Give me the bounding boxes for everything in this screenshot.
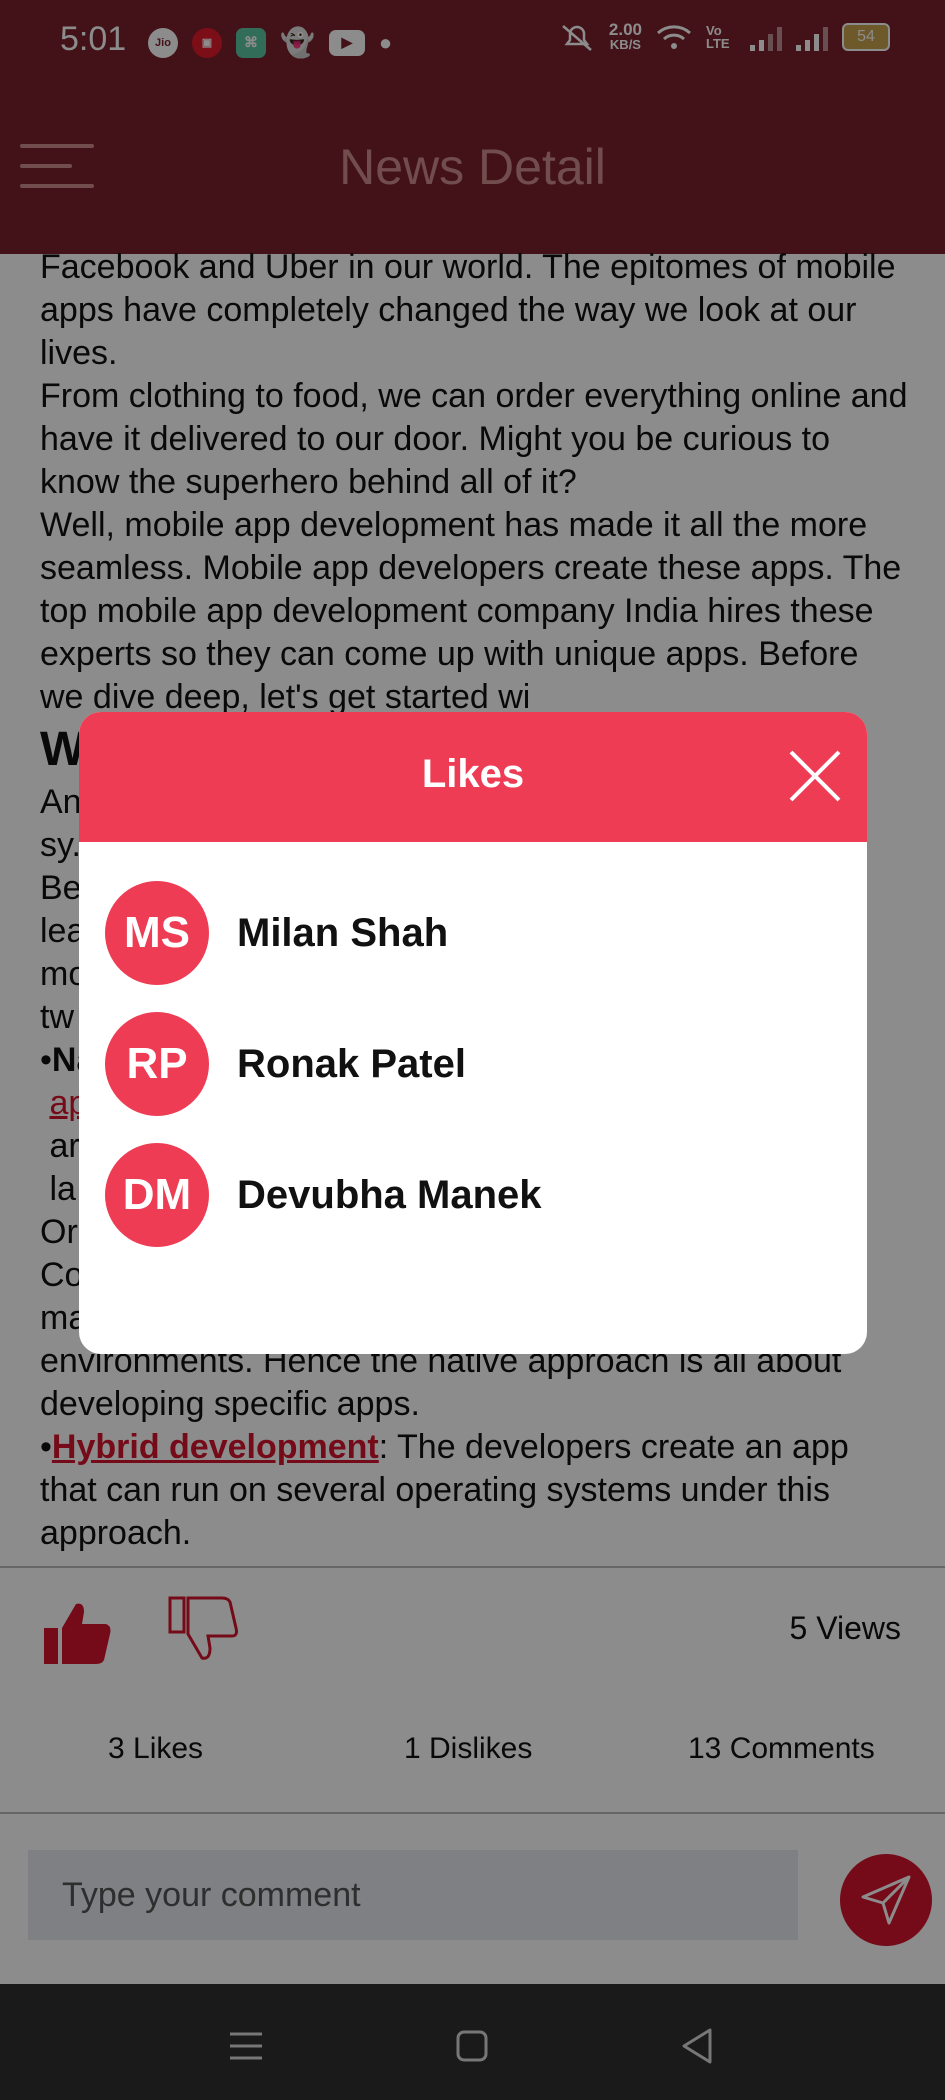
dialog-title: Likes <box>421 752 525 796</box>
list-item[interactable]: MS Milan Shah <box>105 880 845 986</box>
user-name: Ronak Patel <box>237 1041 466 1086</box>
avatar: MS <box>105 881 209 985</box>
list-item[interactable]: RP Ronak Patel <box>105 1011 845 1117</box>
dialog-header: Likes <box>79 712 867 842</box>
user-name: Milan Shah <box>237 910 449 955</box>
recent-apps-icon[interactable] <box>226 2026 266 2066</box>
likes-dialog: Likes MS Milan Shah RP Ronak Patel DM De… <box>79 712 867 1354</box>
system-nav-bar <box>0 1984 945 2100</box>
user-name: Devubha Manek <box>237 1172 542 1217</box>
home-icon[interactable] <box>452 2026 492 2066</box>
avatar: DM <box>105 1143 209 1247</box>
close-icon[interactable] <box>787 748 843 804</box>
list-item[interactable]: DM Devubha Manek <box>105 1142 845 1248</box>
avatar: RP <box>105 1012 209 1116</box>
back-icon[interactable] <box>678 2026 718 2066</box>
